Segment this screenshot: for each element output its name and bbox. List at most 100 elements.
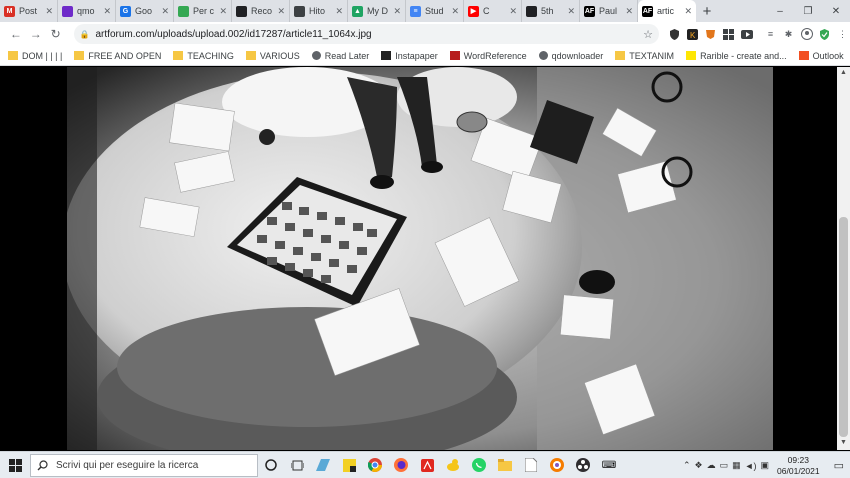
- metamask-icon[interactable]: [703, 27, 718, 42]
- bookmark-item[interactable]: Rarible - create and...: [686, 51, 787, 61]
- bookmark-label: VARIOUS: [259, 50, 300, 61]
- cortana-icon[interactable]: [258, 452, 284, 478]
- browser-tab[interactable]: Per c ✕: [174, 0, 232, 22]
- scrollbar-thumb[interactable]: [839, 217, 848, 437]
- minimize-button[interactable]: –: [766, 0, 794, 22]
- browser-tab[interactable]: ▲ My D ✕: [348, 0, 406, 22]
- bookmark-label: qdownloader: [551, 50, 604, 61]
- tab-close-icon[interactable]: ✕: [509, 6, 517, 17]
- vertical-scrollbar[interactable]: ▲ ▼: [837, 67, 850, 450]
- tab-close-icon[interactable]: ✕: [335, 6, 343, 17]
- taskbar-search-box[interactable]: Scrivi qui per eseguire la ricerca: [30, 453, 258, 477]
- bookmarks-bar: DOM | | | | FREE AND OPEN TEACHING VARIOUS R…: [0, 46, 850, 66]
- bookmark-star-icon[interactable]: ☆: [643, 28, 653, 41]
- search-placeholder: Scrivi qui per eseguire la ricerca: [56, 459, 199, 471]
- desktop-app-icon[interactable]: ⌨: [596, 452, 622, 478]
- duck-app-icon[interactable]: [440, 452, 466, 478]
- tab-close-icon[interactable]: ✕: [451, 6, 459, 17]
- bookmark-item[interactable]: qdownloader: [538, 50, 604, 61]
- browser-tab[interactable]: qmo ✕: [58, 0, 116, 22]
- reading-list-icon[interactable]: ≡: [763, 27, 778, 42]
- tab-close-icon[interactable]: ✕: [277, 6, 285, 17]
- tab-close-icon[interactable]: ✕: [567, 6, 575, 17]
- tab-close-icon[interactable]: ✕: [625, 6, 633, 17]
- reload-button[interactable]: ↻: [46, 24, 66, 44]
- start-button[interactable]: [0, 452, 30, 478]
- notepad-icon[interactable]: [518, 452, 544, 478]
- obs-icon[interactable]: [570, 452, 596, 478]
- browser-tab[interactable]: 5th ✕: [522, 0, 580, 22]
- bookmark-label: FREE AND OPEN: [88, 50, 162, 61]
- lock-icon[interactable]: 🔒: [80, 30, 90, 39]
- photo-illustration: [67, 67, 773, 450]
- google-classroom-icon: G: [120, 5, 131, 17]
- youtube-extension-icon[interactable]: [739, 27, 754, 42]
- url-text[interactable]: artforum.com/uploads/upload.002/id17287/…: [96, 29, 644, 40]
- tab-close-icon[interactable]: ✕: [393, 6, 401, 17]
- close-window-button[interactable]: ✕: [822, 0, 850, 22]
- task-view-icon[interactable]: [284, 452, 310, 478]
- network-icon[interactable]: ▦: [732, 460, 741, 471]
- notifications-icon[interactable]: ▭: [834, 459, 844, 472]
- scroll-down-arrow-icon[interactable]: ▼: [839, 439, 848, 448]
- new-tab-button[interactable]: +: [696, 0, 718, 22]
- profile-avatar-icon[interactable]: [799, 27, 814, 42]
- address-bar[interactable]: 🔒 artforum.com/uploads/upload.002/id1728…: [73, 24, 659, 44]
- page-content: [0, 67, 850, 450]
- puzzle-extensions-icon[interactable]: ✱: [781, 27, 796, 42]
- browser-tab[interactable]: Reco ✕: [232, 0, 290, 22]
- menu-kebab-icon[interactable]: ⋮: [835, 27, 850, 42]
- sticky-notes-icon[interactable]: [336, 452, 362, 478]
- bookmark-item[interactable]: TEACHING: [173, 51, 234, 61]
- firefox-icon[interactable]: [388, 452, 414, 478]
- tab-strip: M Post ✕ qmo ✕ G Goo ✕ Per c ✕ Reco ✕ Hito ✕ ▲ My D ✕ ≡ St…: [0, 0, 850, 22]
- browser-tab[interactable]: Hito ✕: [290, 0, 348, 22]
- onedrive-icon[interactable]: ☁: [707, 460, 716, 471]
- bookmark-item[interactable]: DOM | | | |: [8, 51, 62, 61]
- browser-tab[interactable]: M Post ✕: [0, 0, 58, 22]
- bookmark-item[interactable]: FREE AND OPEN: [74, 51, 161, 61]
- extension-shield-icon[interactable]: [667, 27, 682, 42]
- volume-icon[interactable]: ◄): [745, 461, 757, 471]
- globe-icon: [538, 51, 548, 60]
- article-image[interactable]: [67, 67, 773, 450]
- scroll-up-arrow-icon[interactable]: ▲: [839, 69, 848, 78]
- bookmark-item[interactable]: VARIOUS: [245, 50, 300, 61]
- browser-tab[interactable]: AF Paul ✕: [580, 0, 638, 22]
- show-hidden-icons-icon[interactable]: ⌃: [683, 460, 691, 471]
- bookmark-item[interactable]: Read Later: [311, 51, 369, 61]
- battery-icon[interactable]: ▭: [720, 460, 729, 471]
- tab-close-icon[interactable]: ✕: [684, 6, 692, 17]
- gmail-icon: M: [4, 5, 15, 17]
- app-blue-icon[interactable]: [310, 452, 336, 478]
- tab-close-icon[interactable]: ✕: [161, 6, 169, 17]
- shield-check-icon[interactable]: [817, 27, 832, 42]
- maximize-button[interactable]: ❐: [794, 0, 822, 22]
- tab-close-icon[interactable]: ✕: [45, 6, 53, 17]
- back-button[interactable]: ←: [6, 24, 26, 44]
- clock[interactable]: 09:23 06/01/2021: [777, 455, 820, 477]
- extension-k-icon[interactable]: K: [685, 27, 700, 42]
- acrobat-icon[interactable]: [414, 452, 440, 478]
- bookmark-item[interactable]: WordReference: [449, 50, 527, 61]
- chrome-icon[interactable]: [362, 452, 388, 478]
- browser-tab[interactable]: ▶ C ✕: [464, 0, 522, 22]
- browser-tab[interactable]: G Goo ✕: [116, 0, 174, 22]
- tab-title: My D: [367, 6, 388, 16]
- tab-close-icon[interactable]: ✕: [219, 6, 227, 17]
- language-icon[interactable]: ▣: [761, 460, 770, 471]
- dropbox-icon[interactable]: ❖: [695, 460, 703, 471]
- window-controls: – ❐ ✕: [766, 0, 850, 22]
- extension-grid-icon[interactable]: [721, 27, 736, 42]
- bookmark-item[interactable]: Instapaper: [381, 51, 438, 61]
- tab-close-icon[interactable]: ✕: [103, 6, 111, 17]
- file-explorer-icon[interactable]: [492, 452, 518, 478]
- bookmark-item[interactable]: TEXTANIM: [615, 51, 674, 61]
- browser-tab[interactable]: ≡ Stud ✕: [406, 0, 464, 22]
- bookmark-label: WordReference: [463, 50, 527, 61]
- bookmark-item[interactable]: Outlook: [798, 51, 844, 61]
- whatsapp-icon[interactable]: [466, 452, 492, 478]
- browser-tab[interactable]: AF artic ✕: [638, 0, 696, 22]
- orange-app-icon[interactable]: [544, 452, 570, 478]
- forward-button[interactable]: →: [26, 24, 46, 44]
